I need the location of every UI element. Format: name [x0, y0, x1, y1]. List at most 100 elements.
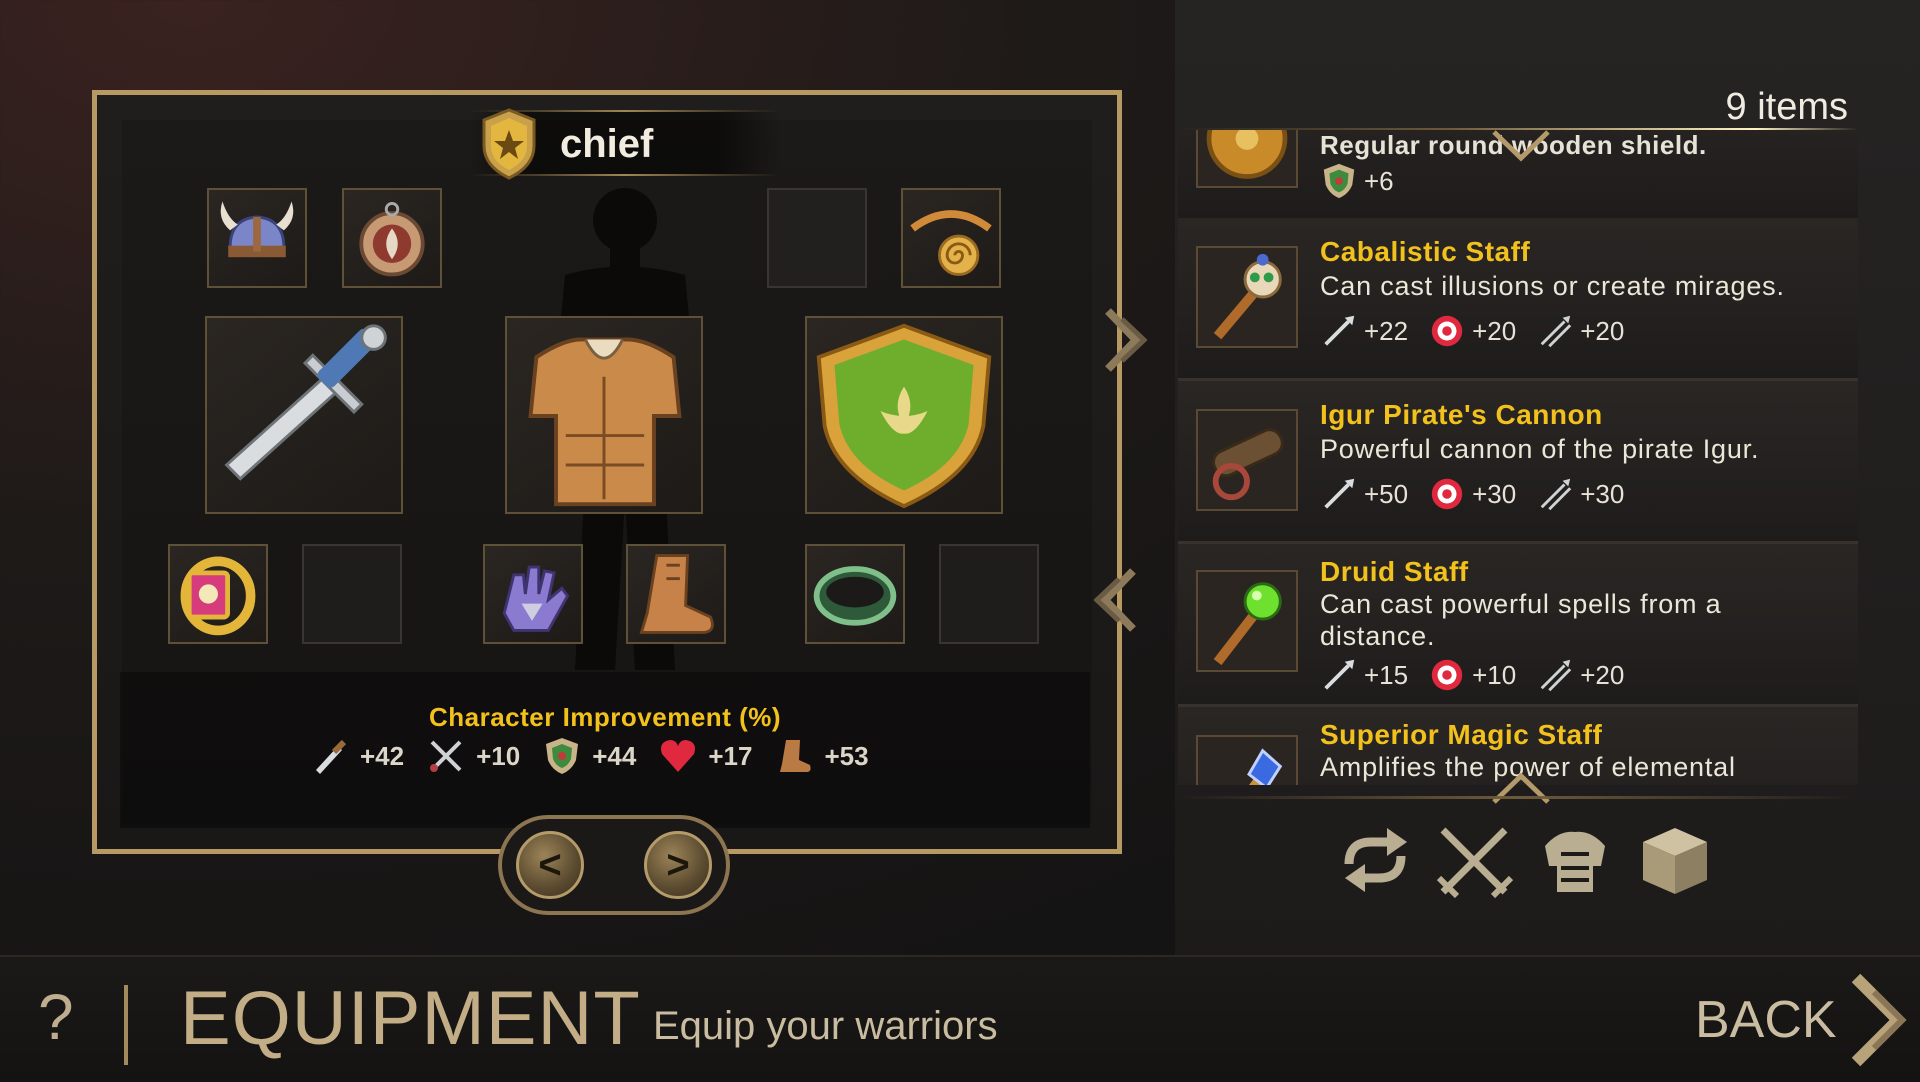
item-name: Cabalistic Staff	[1320, 236, 1531, 267]
item-thumb	[1196, 735, 1298, 785]
spear-stat-icon	[1324, 478, 1355, 509]
gold-ring-icon	[180, 556, 256, 636]
item-thumb	[1196, 246, 1298, 348]
heart-stat-icon	[661, 740, 696, 772]
prev-character-button[interactable]: <	[516, 831, 584, 899]
inventory-list[interactable]: Regular round wooden shield. +6 Cabalist…	[1178, 130, 1858, 785]
improvement-stat-value: +42	[360, 740, 405, 771]
target-stat-icon	[1431, 315, 1463, 347]
shield-stat-icon	[1323, 163, 1355, 199]
item-thumb	[1196, 130, 1298, 188]
items-count: 9 items	[1725, 86, 1848, 128]
item-name: Druid Staff	[1320, 556, 1469, 587]
list-item[interactable]: Cabalistic Staff Can cast illusions or c…	[1178, 218, 1858, 381]
scroll-down-arrow-icon[interactable]	[1490, 128, 1552, 164]
item-stats: +15 +10 +20	[1320, 656, 1638, 694]
crossed-swords-filter-icon[interactable]	[1435, 820, 1515, 900]
item-thumb	[1196, 570, 1298, 672]
round-amulet-icon	[359, 202, 425, 277]
wooden-shield-icon	[1206, 130, 1288, 179]
item-desc: Amplifies the power of elemental	[1320, 752, 1736, 782]
character-improvement-box: Character Improvement (%) +42 +10 +44 +1…	[120, 672, 1090, 828]
improvement-stat-value: +53	[824, 740, 869, 771]
stat-value: +20	[1472, 315, 1517, 346]
item-stats: +6	[1320, 162, 1408, 200]
stat-value: +20	[1580, 659, 1625, 690]
improvement-stat-value: +10	[476, 740, 521, 771]
filter-bar	[1335, 820, 1715, 910]
amulet-slot[interactable]	[342, 188, 442, 288]
green-shield-icon	[816, 323, 992, 509]
necklace-slot[interactable]	[901, 188, 1001, 288]
cycle-arrows-icon[interactable]	[1335, 820, 1415, 900]
boots-slot[interactable]	[626, 544, 726, 644]
stat-value: +30	[1472, 478, 1517, 509]
item-thumb	[1196, 409, 1298, 511]
bracelet-slot[interactable]	[805, 544, 905, 644]
page-subtitle: Equip your warriors	[653, 1004, 998, 1048]
target-stat-icon	[1431, 478, 1463, 510]
gloves-slot[interactable]	[483, 544, 583, 644]
stat-value: +15	[1364, 659, 1409, 690]
character-nav: < >	[498, 815, 730, 915]
spiral-necklace-icon	[910, 210, 992, 276]
rank-star-shield-icon	[482, 108, 536, 180]
cannon-icon	[1212, 428, 1284, 501]
weapon-slot[interactable]	[205, 316, 403, 514]
druid-staff-icon	[1213, 582, 1282, 666]
list-item[interactable]: Druid Staff Can cast powerful spells fro…	[1178, 544, 1858, 707]
item-desc: Powerful cannon of the pirate Igur.	[1320, 434, 1760, 464]
item-desc: Can cast powerful spells from a distance…	[1320, 589, 1722, 651]
improvement-title: Character Improvement (%)	[428, 702, 782, 732]
ring-slot[interactable]	[168, 544, 268, 644]
back-button[interactable]: BACK	[1695, 990, 1837, 1050]
next-character-button[interactable]: >	[644, 831, 712, 899]
footer-separator	[124, 985, 128, 1065]
armor-slot[interactable]	[505, 316, 703, 514]
helmet-slot[interactable]	[207, 188, 307, 288]
arrows-stat-icon	[1540, 659, 1572, 692]
chevron-left-icon[interactable]	[1085, 565, 1141, 635]
boot-icon	[639, 554, 714, 634]
arrows-stat-icon	[1540, 478, 1572, 511]
stat-value: +10	[1472, 659, 1517, 690]
crossed-swords-stat-icon	[430, 740, 462, 772]
back-chevron-icon[interactable]	[1848, 972, 1918, 1068]
arrows-stat-icon	[1540, 315, 1572, 348]
item-desc: Can cast illusions or create mirages.	[1320, 271, 1785, 301]
stat-value: +50	[1364, 478, 1409, 509]
boot-stat-icon	[780, 740, 812, 772]
cabalistic-staff-icon	[1213, 253, 1282, 340]
empty-left-slot[interactable]	[302, 544, 402, 644]
chevron-right-icon[interactable]	[1100, 305, 1156, 375]
improvement-stat-value: +44	[592, 740, 637, 771]
empty-right-slot[interactable]	[939, 544, 1039, 644]
list-item[interactable]: Igur Pirate's Cannon Powerful cannon of …	[1178, 381, 1858, 544]
list-bottom-divider	[1178, 796, 1858, 799]
target-stat-icon	[1431, 659, 1463, 691]
stat-value: +20	[1580, 315, 1625, 346]
improvement-stats: +42 +10 +44 +17 +53	[310, 734, 869, 778]
empty-top-slot[interactable]	[767, 188, 867, 288]
stat-value: +30	[1580, 478, 1625, 509]
item-stats: +50 +30 +30	[1320, 475, 1638, 513]
sword-icon	[224, 324, 387, 481]
gauntlet-icon	[502, 565, 570, 632]
help-button[interactable]: ?	[38, 980, 74, 1054]
horned-helmet-icon	[220, 201, 294, 258]
improvement-stat-value: +17	[708, 740, 753, 771]
stat-value: +22	[1364, 315, 1409, 346]
page-title: EQUIPMENT	[180, 976, 641, 1061]
leather-armor-icon	[528, 337, 682, 507]
item-name: Superior Magic Staff	[1320, 719, 1603, 750]
stat-value: +6	[1364, 165, 1394, 196]
item-name: Igur Pirate's Cannon	[1320, 399, 1603, 430]
box-filter-icon[interactable]	[1635, 820, 1715, 900]
magic-staff-icon	[1247, 748, 1283, 785]
shield-stat-icon	[546, 738, 579, 774]
scroll-up-arrow-icon[interactable]	[1490, 770, 1552, 806]
sword-stat-icon	[316, 739, 347, 774]
spear-stat-icon	[1324, 659, 1355, 690]
armor-filter-icon[interactable]	[1535, 820, 1615, 900]
shield-slot[interactable]	[805, 316, 1003, 514]
